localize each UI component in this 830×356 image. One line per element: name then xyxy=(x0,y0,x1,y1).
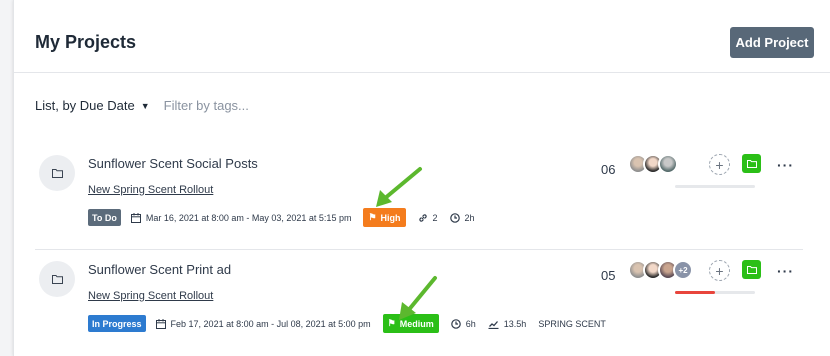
chart-icon xyxy=(488,320,499,329)
time-chip[interactable]: 2h xyxy=(449,212,475,223)
more-icon[interactable]: ··· xyxy=(777,263,794,279)
tag-filter-input[interactable]: Filter by tags... xyxy=(164,98,249,113)
folder-icon[interactable] xyxy=(742,260,761,279)
time-chip[interactable]: 6h xyxy=(450,318,476,329)
calendar-icon xyxy=(130,212,141,223)
project-meta: In Progress Feb 17, 2021 at 8:00 am - Ju… xyxy=(88,314,606,333)
status-badge[interactable]: In Progress xyxy=(88,315,146,332)
date-range[interactable]: Mar 16, 2021 at 8:00 am - May 03, 2021 a… xyxy=(130,212,352,223)
progress-bar xyxy=(675,291,755,294)
time-estimate: 2h xyxy=(464,212,475,223)
chevron-down-icon[interactable]: ▼ xyxy=(141,101,150,111)
task-count: 05 xyxy=(601,268,616,283)
project-meta: To Do Mar 16, 2021 at 8:00 am - May 03, … xyxy=(88,208,475,227)
card-header: My Projects Add Project xyxy=(14,0,830,73)
progress-fill xyxy=(675,291,715,294)
clock-icon xyxy=(450,318,461,329)
priority-badge[interactable]: ⚑ Medium xyxy=(382,314,439,333)
priority-label: High xyxy=(380,212,401,223)
tracked-time: 13.5h xyxy=(503,318,527,329)
member-avatars[interactable]: +2 xyxy=(628,260,693,280)
more-icon[interactable]: ··· xyxy=(777,157,794,173)
priority-label: Medium xyxy=(399,318,434,329)
task-count: 06 xyxy=(601,162,616,177)
projects-card: My Projects Add Project List, by Due Dat… xyxy=(13,0,830,356)
priority-badge[interactable]: ⚑ High xyxy=(363,208,406,227)
links-chip[interactable]: 2 xyxy=(418,213,438,223)
project-name[interactable]: Sunflower Scent Print ad xyxy=(88,262,231,277)
member-avatars[interactable] xyxy=(628,154,678,174)
sort-dropdown[interactable]: List, by Due Date xyxy=(35,98,135,113)
clock-icon xyxy=(449,212,460,223)
parent-project-link[interactable]: New Spring Scent Rollout xyxy=(88,184,213,196)
add-member-button[interactable]: + xyxy=(709,260,730,281)
add-member-button[interactable]: + xyxy=(709,154,730,175)
status-badge[interactable]: To Do xyxy=(88,209,121,226)
time-estimate: 6h xyxy=(465,318,476,329)
project-row[interactable]: Sunflower Scent Social Posts New Spring … xyxy=(35,145,803,250)
tag-label[interactable]: SPRING SCENT xyxy=(538,319,606,329)
calendar-icon xyxy=(155,318,166,329)
folder-icon[interactable] xyxy=(742,154,761,173)
parent-project-link[interactable]: New Spring Scent Rollout xyxy=(88,290,213,302)
flag-icon: ⚑ xyxy=(387,318,396,328)
link-icon xyxy=(418,213,427,222)
date-range-text: Feb 17, 2021 at 8:00 am - Jul 08, 2021 a… xyxy=(170,318,371,329)
date-range[interactable]: Feb 17, 2021 at 8:00 am - Jul 08, 2021 a… xyxy=(155,318,371,329)
tracked-chip[interactable]: 13.5h xyxy=(488,318,527,329)
filter-bar: List, by Due Date ▼ Filter by tags... xyxy=(35,98,249,113)
links-count: 2 xyxy=(432,212,438,223)
more-members-badge[interactable]: +2 xyxy=(673,260,693,280)
project-row[interactable]: Sunflower Scent Print ad New Spring Scen… xyxy=(35,251,803,356)
progress-bar xyxy=(675,185,755,188)
folder-icon xyxy=(39,261,75,297)
avatar[interactable] xyxy=(658,154,678,174)
project-name[interactable]: Sunflower Scent Social Posts xyxy=(88,156,258,171)
date-range-text: Mar 16, 2021 at 8:00 am - May 03, 2021 a… xyxy=(145,212,352,223)
folder-icon xyxy=(39,155,75,191)
page-title: My Projects xyxy=(35,32,137,52)
flag-icon: ⚑ xyxy=(368,212,377,222)
add-project-button[interactable]: Add Project xyxy=(730,27,814,58)
